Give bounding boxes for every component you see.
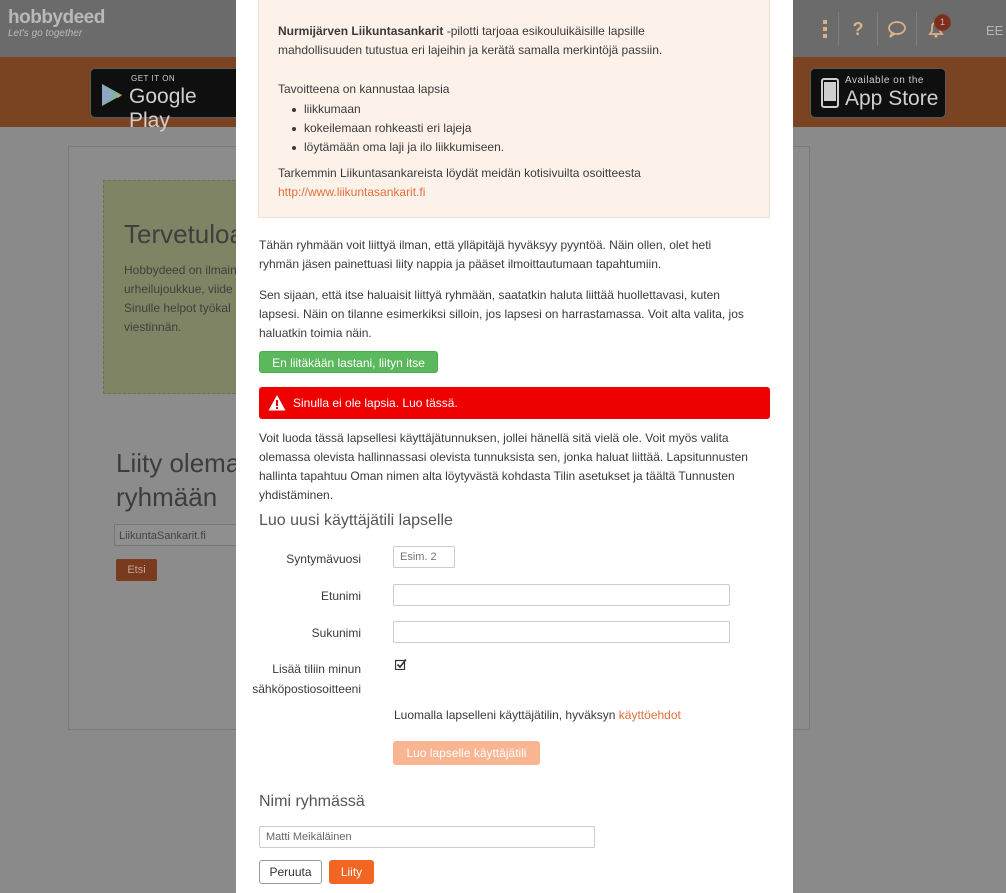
terms-text: Luomalla lapselleni käyttäjätilin, hyväk… — [394, 706, 774, 725]
last-name-label: Sukunimi — [311, 626, 361, 640]
list-item: kokeilemaan rohkeasti eri lajeja — [278, 119, 504, 138]
join-self-button[interactable]: En liitäkään lastani, liityn itse — [259, 351, 438, 373]
group-info-box: Nurmijärven Liikuntasankarit -pilotti ta… — [258, 0, 770, 218]
app-store-big-text: App Store — [845, 87, 939, 110]
alert-text: Sinulla ei ole lapsia. Luo tässä. — [293, 396, 458, 410]
warning-icon — [268, 395, 286, 411]
google-play-small-text: GET IT ON — [131, 74, 176, 83]
logo-tagline: Let's go together — [8, 28, 83, 39]
cancel-button[interactable]: Peruuta — [259, 860, 322, 884]
create-child-account-button[interactable]: Luo lapselle käyttäjätili — [393, 741, 540, 765]
google-play-icon — [102, 84, 122, 106]
add-email-label: Lisää tiliin minun sähköpostiosoitteeni — [236, 659, 361, 699]
welcome-line: Sinulle helpot työkal — [124, 301, 231, 315]
group-search-input[interactable]: LiikuntaSankarit.fi — [114, 524, 244, 546]
join-title-line: ryhmään — [116, 482, 218, 512]
add-email-label-line: sähköpostiosoitteeni — [252, 682, 361, 696]
birth-year-label: Syntymävuosi — [286, 552, 361, 566]
first-name-label: Etunimi — [320, 589, 361, 603]
search-button[interactable]: Etsi — [116, 559, 157, 581]
logo-text: hobbydeed — [8, 7, 105, 28]
phone-icon — [821, 78, 839, 108]
terms-link[interactable]: käyttöehdot — [619, 708, 681, 722]
google-play-button[interactable]: GET IT ON Google Play — [90, 68, 242, 132]
info-more-text: Tarkemmin Liikuntasankareista löydät mei… — [278, 166, 641, 180]
list-item: liikkumaan — [278, 100, 504, 119]
create-child-title: Luo uusi käyttäjätili lapselle — [259, 512, 453, 529]
info-intro-rest: -pilotti tarjoaa esikouluikäisille lapsi… — [443, 24, 645, 38]
welcome-panel: Tervetuloa Hobbydeed on ilmainen urheilu… — [103, 180, 255, 394]
birth-year-input[interactable] — [393, 546, 455, 568]
terms-prefix: Luomalla lapselleni käyttäjätilin, hyväk… — [394, 708, 619, 722]
paragraph-line: ryhmän jäsen painettuasi liity nappia ja… — [259, 257, 662, 271]
last-name-input[interactable] — [393, 621, 730, 643]
welcome-text: Hobbydeed on ilmainen urheilujoukkue, vi… — [124, 261, 249, 337]
goal-heading: Tavoitteena on kannustaa lapsia — [278, 82, 450, 96]
chat-icon[interactable] — [877, 12, 916, 46]
welcome-title: Tervetuloa — [124, 219, 244, 249]
join-group-modal: Nurmijärven Liikuntasankarit -pilotti ta… — [236, 0, 793, 893]
list-item: löytämään oma laji ja ilo liikkumiseen. — [278, 138, 504, 157]
group-name: Nurmijärven Liikuntasankarit — [278, 24, 444, 38]
paragraph-line: Voit luoda tässä lapsellesi käyttäjätunn… — [259, 431, 729, 445]
paragraph-line: lapsesi. Näin on tilanne esimerkiksi sil… — [259, 307, 744, 321]
info-intro: Nurmijärven Liikuntasankarit -pilotti ta… — [278, 22, 662, 60]
group-display-name-input[interactable] — [259, 826, 595, 848]
paragraph-line: yhdistäminen. — [259, 488, 334, 502]
paragraph-line: Sen sijaan, että itse haluaisit liittyä … — [259, 288, 720, 302]
add-email-label-line: Lisää tiliin minun — [272, 662, 361, 676]
create-child-info: Voit luoda tässä lapsellesi käyttäjätunn… — [259, 429, 771, 505]
hobbydeed-logo[interactable]: hobbydeed Let's go together — [8, 7, 105, 40]
welcome-line: Hobbydeed on ilmainen — [124, 263, 249, 277]
info-more: Tarkemmin Liikuntasankareista löydät mei… — [278, 164, 641, 202]
paragraph-line: haluatkin toimia näin. — [259, 326, 372, 340]
app-store-button[interactable]: Available on the App Store — [810, 68, 946, 118]
add-email-checkbox[interactable] — [395, 658, 407, 670]
paragraph-line: hallinta tapahtuu Oman nimen alta löytyv… — [259, 469, 735, 483]
notification-badge: 1 — [934, 14, 951, 31]
info-intro-line2: mahdollisuuden tutustua eri lajeihin ja … — [278, 43, 663, 57]
welcome-line: urheilujoukkue, viide — [124, 282, 233, 296]
goal-list: liikkumaan kokeilemaan rohkeasti eri laj… — [278, 100, 504, 157]
top-icons: ? 1 — [812, 12, 955, 46]
join-button[interactable]: Liity — [329, 860, 374, 884]
join-info-paragraph: Tähän ryhmään voit liittyä ilman, että y… — [259, 236, 771, 274]
google-play-big-text: Google Play — [129, 85, 197, 132]
dependent-info-paragraph: Sen sijaan, että itse haluaisit liittyä … — [259, 286, 771, 343]
help-glyph: ? — [852, 18, 864, 39]
first-name-input[interactable] — [393, 584, 730, 606]
paragraph-line: Tähän ryhmään voit liittyä ilman, että y… — [259, 238, 712, 252]
more-vertical-icon[interactable] — [812, 12, 838, 46]
bell-icon[interactable]: 1 — [916, 12, 955, 46]
app-store-small-text: Available on the — [845, 75, 924, 86]
paragraph-line: olemassa olevista hallinnassasi olevista… — [259, 450, 748, 464]
group-name-title: Nimi ryhmässä — [259, 793, 365, 810]
welcome-line: viestinnän. — [124, 320, 182, 334]
language-selector[interactable]: EE — [986, 23, 1003, 38]
help-icon[interactable]: ? — [838, 12, 877, 46]
no-children-alert: Sinulla ei ole lapsia. Luo tässä. — [259, 387, 770, 419]
liikuntasankarit-link[interactable]: http://www.liikuntasankarit.fi — [278, 185, 425, 199]
